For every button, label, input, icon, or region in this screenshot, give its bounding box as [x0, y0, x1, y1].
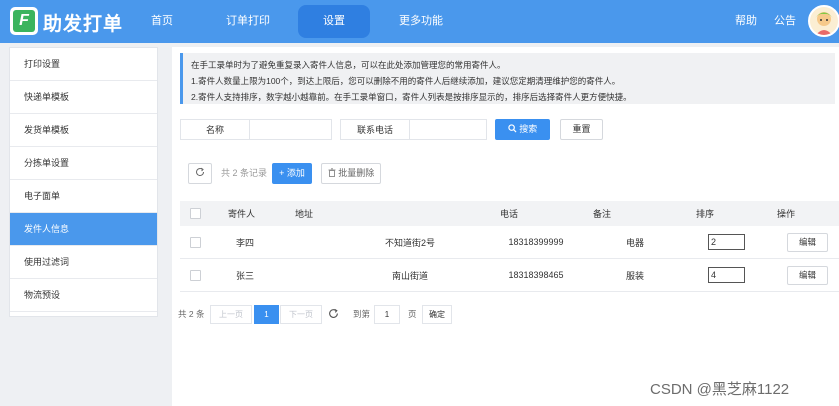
refresh-button[interactable]: [188, 163, 212, 184]
sidebar-item-logistics-preset[interactable]: 物流预设: [10, 279, 157, 312]
nav-order-print[interactable]: 订单打印: [208, 0, 288, 43]
header-sort: 排序: [696, 209, 715, 219]
header-phone: 电话: [500, 209, 519, 219]
record-count: 共 2 条记录: [221, 168, 268, 178]
table-row: 张三 南山街道 18318398465 服装 4 编辑: [180, 259, 839, 292]
edit-button[interactable]: 编辑: [787, 232, 828, 252]
batch-delete-label: 批量删除: [338, 168, 375, 178]
nav-settings[interactable]: 设置: [298, 5, 370, 38]
pagination-total: 共 2 条: [178, 309, 205, 319]
nav-home[interactable]: 首页: [140, 0, 184, 43]
main-panel: 在手工录单时为了避免重复录入寄件人信息，可以在此处添加管理您的常用寄件人。 1.…: [172, 47, 839, 406]
sort-input[interactable]: 4: [708, 267, 745, 283]
cell-address: 不知道街2号: [384, 237, 435, 248]
prev-page-button[interactable]: 上一页: [210, 305, 252, 324]
refresh-icon: [329, 308, 338, 318]
cell-action: 编辑: [787, 259, 828, 291]
row-select[interactable]: [190, 259, 201, 291]
header-address: 地址: [295, 209, 314, 219]
sidebar-item-print-settings[interactable]: 打印设置: [10, 48, 157, 81]
watermark: CSDN @黑芝麻1122: [650, 381, 790, 398]
nav-more-features[interactable]: 更多功能: [386, 0, 456, 43]
checkbox[interactable]: [190, 236, 201, 248]
top-navbar: F 助发打单 首页 订单打印 设置 更多功能 帮助 公告: [0, 0, 839, 43]
cell-sort: 2: [708, 226, 745, 258]
cell-address: 南山街道: [391, 270, 428, 281]
cell-remark: 服装: [625, 270, 644, 281]
help-link[interactable]: 帮助: [731, 0, 761, 43]
logo-letter: F: [13, 10, 35, 32]
row-select[interactable]: [190, 226, 201, 258]
header-sender: 寄件人: [228, 209, 256, 219]
next-page-button[interactable]: 下一页: [280, 305, 322, 324]
phone-input[interactable]: [409, 119, 487, 140]
search-button[interactable]: 搜索: [495, 119, 550, 140]
brand-name: 助发打单: [43, 14, 124, 35]
avatar-icon: [810, 7, 838, 35]
cell-sort: 4: [708, 259, 745, 291]
app-logo-icon: F: [10, 7, 38, 35]
header-remark: 备注: [593, 209, 612, 219]
name-label: 名称: [180, 119, 250, 140]
pagination-refresh[interactable]: [328, 305, 339, 324]
page-unit: 页: [408, 309, 417, 319]
sidebar-item-express-template[interactable]: 快递单模板: [10, 81, 157, 114]
cell-phone: 18318399999: [508, 237, 564, 247]
cell-sender: 张三: [235, 270, 254, 281]
trash-icon: [328, 168, 336, 177]
goto-confirm-button[interactable]: 确定: [422, 305, 452, 324]
header-action: 操作: [777, 209, 796, 219]
sender-table: 寄件人 地址 电话 备注 排序 操作 李四 不知道街2号 18318399999…: [180, 201, 839, 292]
reset-button[interactable]: 重置: [560, 119, 603, 140]
notice-line-1: 在手工录单时为了避免重复录入寄件人信息，可以在此处添加管理您的常用寄件人。: [191, 60, 506, 70]
goto-page-input[interactable]: 1: [374, 305, 400, 324]
cell-action: 编辑: [787, 226, 828, 258]
goto-label: 到第: [353, 309, 371, 319]
sort-input[interactable]: 2: [708, 234, 745, 250]
notice-link[interactable]: 公告: [770, 0, 800, 43]
edit-button[interactable]: 编辑: [787, 265, 828, 285]
page-1-button[interactable]: 1: [254, 305, 279, 324]
plus-icon: +: [279, 168, 287, 178]
add-button-label: 添加: [286, 168, 305, 178]
sidebar-item-sorting-settings[interactable]: 分拣单设置: [10, 147, 157, 180]
phone-label: 联系电话: [340, 119, 410, 140]
checkbox[interactable]: [190, 208, 201, 219]
table-header: 寄件人 地址 电话 备注 排序 操作: [180, 201, 839, 226]
notice-line-2: 1.寄件人数量上限为100个，到达上限后，您可以删除不用的寄件人后继续添加，建议…: [191, 76, 621, 86]
refresh-icon: [196, 167, 205, 177]
notice-line-3: 2.寄件人支持排序，数字越小越靠前。在手工录单窗口，寄件人列表是按排序显示的，排…: [191, 92, 632, 102]
search-icon: [508, 124, 517, 133]
sidebar-item-invoice-template[interactable]: 发货单模板: [10, 114, 157, 147]
settings-sidebar: 打印设置 快递单模板 发货单模板 分拣单设置 电子面单 发件人信息 使用过滤词 …: [9, 47, 158, 317]
sidebar-item-filter-words[interactable]: 使用过滤词: [10, 246, 157, 279]
table-row: 李四 不知道街2号 18318399999 电器 2 编辑: [180, 226, 839, 259]
cell-remark: 电器: [625, 237, 644, 248]
name-input[interactable]: [249, 119, 332, 140]
sidebar-item-e-waybill[interactable]: 电子面单: [10, 180, 157, 213]
search-button-label: 搜索: [519, 124, 538, 134]
info-notice: 在手工录单时为了避免重复录入寄件人信息，可以在此处添加管理您的常用寄件人。 1.…: [180, 53, 835, 104]
avatar[interactable]: [808, 5, 839, 37]
batch-delete-button[interactable]: 批量删除: [321, 163, 381, 184]
sidebar-item-sender-info[interactable]: 发件人信息: [10, 213, 157, 246]
cell-sender: 李四: [235, 237, 254, 248]
header-select-all[interactable]: [190, 201, 201, 226]
checkbox[interactable]: [190, 269, 201, 281]
cell-phone: 18318398465: [508, 270, 564, 280]
add-button[interactable]: + 添加: [272, 163, 312, 184]
